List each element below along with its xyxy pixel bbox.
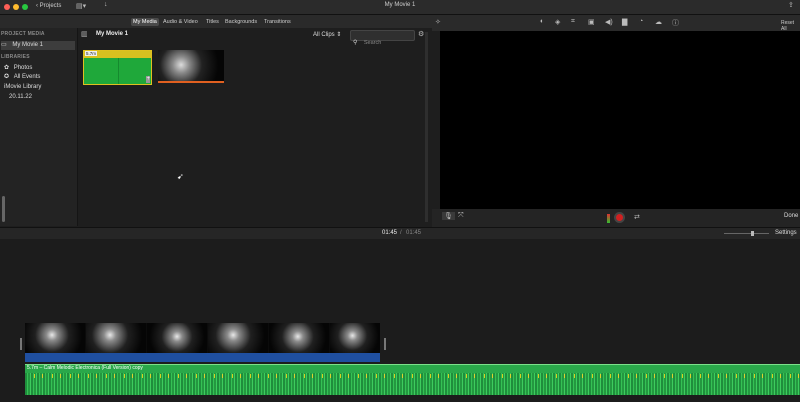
search-field[interactable]: ⚲ Search: [350, 30, 415, 46]
project-media-header: PROJECT MEDIA: [1, 31, 45, 37]
sidebar-item-label: iMovie Library: [4, 84, 42, 90]
video-clip-audio-bar: [25, 353, 380, 362]
video-frame: [86, 323, 146, 353]
plus-icon: +: [146, 76, 150, 83]
record-dot-icon: [616, 214, 623, 221]
video-frame: [330, 323, 380, 353]
sidebar-item-label: Photos: [13, 65, 33, 71]
media-tab-bar: My Media Audio & Video Titles Background…: [0, 15, 432, 29]
record-button[interactable]: [614, 212, 625, 223]
sidebar-item-label: My Movie 1: [12, 42, 44, 48]
viewer-controls: 🎙 ⤧ ⇄ Done: [432, 209, 800, 227]
mouse-cursor-icon: ➹: [177, 172, 184, 181]
video-clip[interactable]: [25, 323, 380, 353]
video-frame: [208, 323, 268, 353]
audio-clip[interactable]: 5.7m – Calm Melodic Electronica (Full Ve…: [25, 364, 800, 395]
title-bar: ‹ Projects ▤▾ ↓ My Movie 1 ⇪: [0, 0, 800, 15]
current-time: 01:45: [382, 230, 398, 236]
total-time: 01:45: [406, 230, 422, 236]
info-icon[interactable]: ⓘ: [672, 18, 679, 28]
timeline[interactable]: 5.7m – Calm Melodic Electronica (Full Ve…: [0, 239, 800, 402]
sidebar-toggle-icon[interactable]: ▥: [81, 30, 88, 38]
microphone-icon[interactable]: 🎙: [442, 212, 455, 220]
speed-icon[interactable]: ◔: [639, 18, 643, 25]
sidebar-item-all-events[interactable]: ✪ All Events: [4, 73, 78, 82]
sidebar-item-imovie-library[interactable]: iMovie Library: [4, 83, 78, 92]
audio-peaks: [25, 374, 800, 378]
libraries-header: LIBRARIES: [1, 54, 30, 60]
tab-my-media[interactable]: My Media: [131, 18, 159, 26]
media-browser: ▥ My Movie 1 All Clips ⇕ ⚲ Search ⚙ 5.7m…: [78, 28, 432, 226]
viewer-toolbar: ✧ ◐ ◈ ⌗ ▣ ◀) ▇ ◔ ☁ ⓘ Reset All: [432, 15, 800, 32]
sidebar-item-label: All Events: [13, 74, 41, 80]
sidebar-scrollbar[interactable]: [2, 196, 5, 222]
sidebar-item-my-movie[interactable]: ▭ My Movie 1: [1, 41, 75, 50]
sidebar-item-photos[interactable]: ✿ Photos: [4, 64, 78, 73]
fullscreen-icon[interactable]: ⤧: [458, 212, 464, 220]
video-clip-right-handle[interactable]: [384, 338, 386, 350]
color-correction-icon[interactable]: ◈: [555, 18, 560, 26]
browser-title: My Movie 1: [96, 31, 129, 37]
photos-icon: ✿: [4, 65, 10, 71]
film-icon: ▭: [1, 42, 7, 48]
tab-audio-video[interactable]: Audio & Video: [161, 18, 200, 26]
clip-duration: 5.7m: [85, 51, 98, 56]
share-icon[interactable]: ⇪: [788, 1, 794, 9]
video-clip-left-handle[interactable]: [20, 338, 22, 350]
audio-level-meter: [607, 214, 610, 223]
tab-backgrounds[interactable]: Backgrounds: [223, 18, 259, 26]
tab-transitions[interactable]: Transitions: [262, 18, 293, 26]
tab-titles[interactable]: Titles: [204, 18, 221, 26]
done-button[interactable]: Done: [784, 213, 798, 219]
clip-divider: [118, 58, 119, 84]
clips-filter-value: All Clips: [313, 32, 335, 38]
clip-filter-icon[interactable]: ☁: [655, 18, 662, 26]
clips-filter-select[interactable]: All Clips ⇕: [313, 31, 341, 38]
sidebar-item-label: 20.11.22: [9, 94, 32, 100]
video-frame: [25, 323, 85, 353]
sidebar-item-event[interactable]: 20.11.22: [9, 93, 83, 102]
timeline-settings-button[interactable]: Settings: [775, 230, 797, 236]
search-placeholder: Search: [363, 40, 382, 46]
search-icon: ⚲: [353, 40, 358, 46]
settings-icon[interactable]: ⚙: [418, 30, 424, 38]
window-title: My Movie 1: [384, 2, 416, 8]
volume-icon[interactable]: ◀): [605, 18, 613, 26]
magic-wand-icon[interactable]: ✧: [435, 18, 441, 26]
video-frame: [147, 323, 207, 353]
clip-progress-bar: [158, 81, 224, 83]
browser-scrollbar[interactable]: [425, 32, 428, 222]
audio-clip-label: 5.7m – Calm Melodic Electronica (Full Ve…: [27, 365, 143, 371]
zoom-slider-handle[interactable]: [751, 231, 754, 236]
video-frame: [269, 323, 329, 353]
clip-thumbnail-green[interactable]: 5.7m +: [83, 50, 152, 85]
video-viewer[interactable]: [440, 31, 800, 209]
color-balance-icon[interactable]: ◐: [540, 18, 544, 25]
noise-reduction-icon[interactable]: ▇: [622, 18, 627, 26]
clip-thumbnail-dancer[interactable]: [158, 50, 224, 83]
library-sidebar: PROJECT MEDIA ▭ My Movie 1 LIBRARIES ✿ P…: [0, 28, 78, 226]
star-icon: ✪: [4, 74, 10, 80]
voiceover-options-icon[interactable]: ⇄: [634, 213, 640, 221]
stabilization-icon[interactable]: ▣: [588, 18, 595, 26]
zoom-slider[interactable]: [724, 231, 769, 236]
time-separator: /: [400, 230, 402, 236]
crop-icon[interactable]: ⌗: [571, 18, 575, 26]
